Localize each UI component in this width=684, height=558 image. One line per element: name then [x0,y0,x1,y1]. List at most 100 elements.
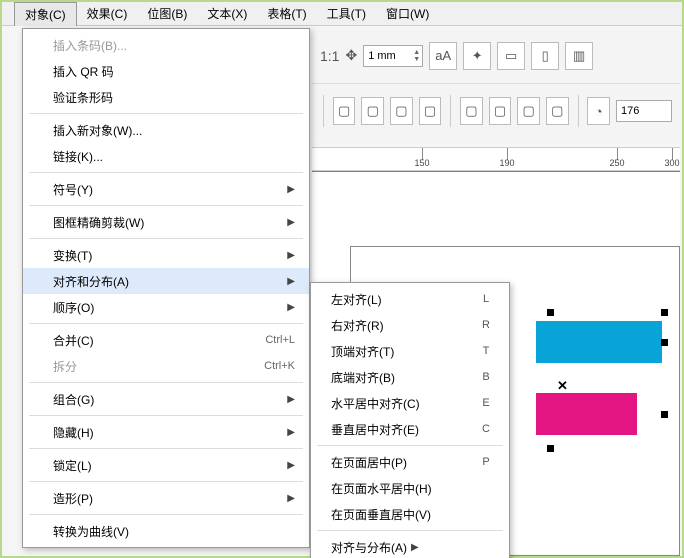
align-btn-8[interactable]: ▢ [546,97,569,125]
shape-rect-cyan[interactable] [536,321,662,363]
ruler-tick-250: 250 [609,158,624,168]
shortcut-key: B [477,371,495,383]
menu-separator [317,445,503,446]
mi-lock[interactable]: 锁定(L)▶ [23,452,309,478]
mi-hide[interactable]: 隐藏(H)▶ [23,419,309,445]
ruler-tick-300: 300 [664,158,679,168]
menu-tools[interactable]: 工具(T) [317,2,376,25]
shape-rect-magenta[interactable] [536,393,637,435]
mi-order[interactable]: 顺序(O)▶ [23,294,309,320]
menu-text[interactable]: 文本(X) [197,2,257,25]
align-submenu: 左对齐(L)L 右对齐(R)R 顶端对齐(T)T 底端对齐(B)B 水平居中对齐… [310,282,510,558]
submenu-arrow-icon: ▶ [287,276,295,287]
align-btn-6[interactable]: ▢ [489,97,512,125]
shortcut-label: Ctrl+L [265,334,295,346]
mi-breakapart[interactable]: 拆分Ctrl+K [23,353,309,379]
mi-transform[interactable]: 变换(T)▶ [23,242,309,268]
submenu-arrow-icon: ▶ [411,542,419,553]
submenu-arrow-icon: ▶ [287,493,295,504]
smi-center-page[interactable]: 在页面居中(P)P [311,449,509,475]
mi-links[interactable]: 链接(K)... [23,143,309,169]
shortcut-key: L [477,293,495,305]
selection-handle[interactable] [661,411,668,418]
mi-group[interactable]: 组合(G)▶ [23,386,309,412]
mi-symbol[interactable]: 符号(Y)▶ [23,176,309,202]
panel-icon-1[interactable]: ▭ [497,42,525,70]
shortcut-key: E [477,397,495,409]
submenu-arrow-icon: ▶ [287,394,295,405]
mi-insert-barcode[interactable]: 插入条码(B)... [23,32,309,58]
spinner-arrows[interactable]: ▲▼ [413,49,422,63]
menu-separator [29,448,303,449]
menu-separator [29,323,303,324]
toolbar: 1:1 ✥ 1 mm ▲▼ aA ✦ ▭ ▯ ▥ ▢ ▢ ▢ ▢ ▢ ▢ ▢ ▢… [312,28,680,138]
ruler-tick-150: 150 [414,158,429,168]
menu-separator [317,530,503,531]
ruler-horizontal: 150 190 250 300 [312,147,680,171]
numeric-input[interactable] [616,100,672,122]
menu-object[interactable]: 对象(C) [14,2,77,26]
submenu-arrow-icon: ▶ [287,250,295,261]
object-menu-dropdown: 插入条码(B)... 插入 QR 码 验证条形码 插入新对象(W)... 链接(… [22,28,310,548]
selection-center-icon[interactable]: ✕ [557,378,568,394]
shortcut-key: T [477,345,495,357]
submenu-arrow-icon: ▶ [287,302,295,313]
menu-separator [29,113,303,114]
panel-icon-2[interactable]: ▯ [531,42,559,70]
submenu-arrow-icon: ▶ [287,427,295,438]
align-btn-4[interactable]: ▢ [419,97,442,125]
smi-align-vcenter[interactable]: 垂直居中对齐(E)C [311,416,509,442]
text-small-a-icon[interactable]: aA [429,42,457,70]
shortcut-label: Ctrl+K [264,360,295,372]
ratio-label: 1:1 [320,48,339,64]
submenu-arrow-icon: ▶ [287,460,295,471]
mi-convert-curves[interactable]: 转换为曲线(V) [23,518,309,544]
panel-icon-3[interactable]: ▥ [565,42,593,70]
shortcut-key: R [477,319,495,331]
mi-insert-object[interactable]: 插入新对象(W)... [23,117,309,143]
menu-separator [29,205,303,206]
mi-insert-qr[interactable]: 插入 QR 码 [23,58,309,84]
move-icon[interactable]: ✥ [345,47,357,64]
smi-center-page-v[interactable]: 在页面垂直居中(V) [311,501,509,527]
smi-align-right[interactable]: 右对齐(R)R [311,312,509,338]
submenu-arrow-icon: ▶ [287,217,295,228]
mi-align-distribute[interactable]: 对齐和分布(A)▶ [23,268,309,294]
fill-tool-icon[interactable]: ◔ [587,97,610,125]
menu-separator [29,514,303,515]
align-btn-7[interactable]: ▢ [517,97,540,125]
menu-effects[interactable]: 效果(C) [77,2,138,25]
smi-align-dialog[interactable]: 对齐与分布(A)▶ [311,534,509,558]
mi-validate-barcode[interactable]: 验证条形码 [23,84,309,110]
menu-table[interactable]: 表格(T) [257,2,316,25]
menu-separator [29,481,303,482]
selection-handle[interactable] [547,309,554,316]
menubar: 对象(C) 效果(C) 位图(B) 文本(X) 表格(T) 工具(T) 窗口(W… [2,2,682,26]
menu-separator [29,382,303,383]
smi-align-top[interactable]: 顶端对齐(T)T [311,338,509,364]
shortcut-key: C [477,423,495,435]
smi-center-page-h[interactable]: 在页面水平居中(H) [311,475,509,501]
menu-separator [29,415,303,416]
selection-handle[interactable] [661,339,668,346]
unit-value: 1 mm [368,50,396,62]
align-btn-1[interactable]: ▢ [333,97,356,125]
text-star-icon[interactable]: ✦ [463,42,491,70]
smi-align-bottom[interactable]: 底端对齐(B)B [311,364,509,390]
mi-shaping[interactable]: 造形(P)▶ [23,485,309,511]
mi-combine[interactable]: 合并(C)Ctrl+L [23,327,309,353]
align-btn-2[interactable]: ▢ [361,97,384,125]
menu-separator [29,238,303,239]
unit-spinner[interactable]: 1 mm ▲▼ [363,45,423,67]
align-btn-5[interactable]: ▢ [460,97,483,125]
shortcut-key: P [477,456,495,468]
smi-align-left[interactable]: 左对齐(L)L [311,286,509,312]
submenu-arrow-icon: ▶ [287,184,295,195]
selection-handle[interactable] [661,309,668,316]
menu-bitmap[interactable]: 位图(B) [137,2,197,25]
align-btn-3[interactable]: ▢ [390,97,413,125]
selection-handle[interactable] [547,445,554,452]
mi-powerclip[interactable]: 图框精确剪裁(W)▶ [23,209,309,235]
smi-align-hcenter[interactable]: 水平居中对齐(C)E [311,390,509,416]
menu-window[interactable]: 窗口(W) [376,2,439,25]
